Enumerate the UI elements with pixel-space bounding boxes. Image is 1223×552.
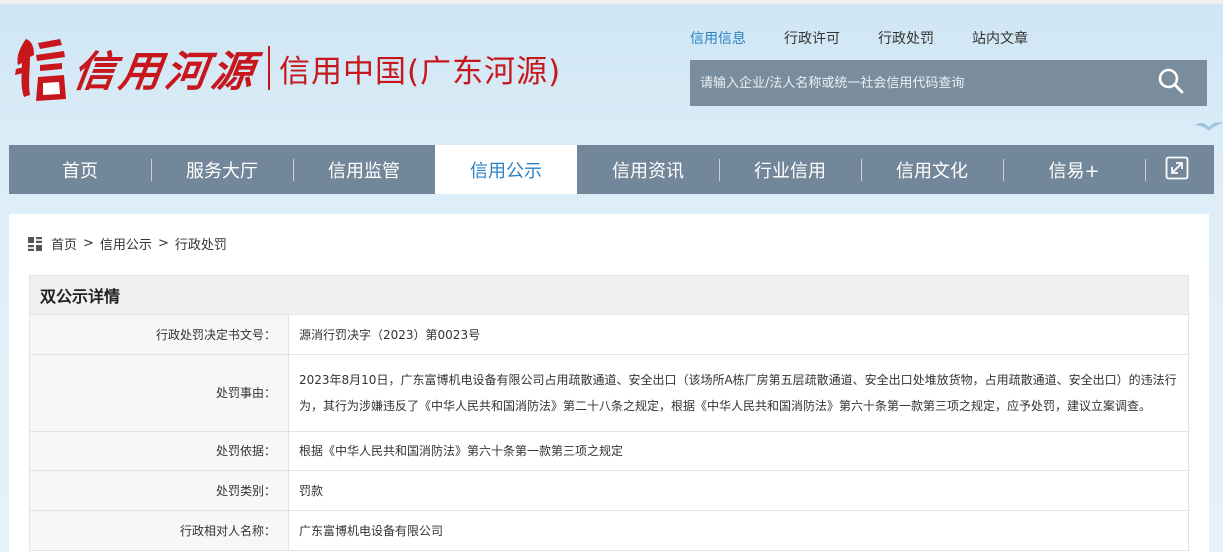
row-key: 行政相对人名称：: [29, 510, 289, 551]
details-table: 行政处罚决定书文号： 源消行罚决字（2023）第0023号 处罚事由： 2023…: [29, 314, 1189, 551]
row-value: 源消行罚决字（2023）第0023号: [288, 314, 1189, 355]
breadcrumb-admin-penalty[interactable]: 行政处罚: [175, 234, 227, 253]
top-line: [0, 0, 1223, 4]
row-key: 处罚事由：: [29, 354, 289, 432]
bird-decoration-icon: [1195, 118, 1223, 137]
breadcrumb-separator: >: [157, 236, 169, 251]
logo-site-name: 信用中国(广东河源): [279, 53, 562, 90]
row-key: 行政处罚决定书文号：: [29, 314, 289, 355]
nav-credit-publicity[interactable]: 信用公示: [435, 145, 577, 194]
table-row: 处罚类别： 罚款: [29, 470, 1189, 511]
table-row: 行政处罚决定书文号： 源消行罚决字（2023）第0023号: [29, 314, 1189, 355]
nav-expand-button[interactable]: [1145, 145, 1209, 194]
grid-icon: [28, 236, 42, 251]
breadcrumb-separator: >: [83, 236, 94, 251]
logo-divider: [268, 46, 271, 90]
toplink-site-articles[interactable]: 站内文章: [972, 28, 1028, 52]
table-row: 处罚事由： 2023年8月10日，广东富博机电设备有限公司占用疏散通道、安全出口…: [29, 354, 1189, 432]
nav-credit-supervision[interactable]: 信用监管: [293, 145, 435, 194]
main-nav: 首页 服务大厅 信用监管 信用公示 信用资讯 行业信用 信用文化 信易+: [9, 145, 1214, 194]
nav-credit-culture[interactable]: 信用文化: [861, 145, 1003, 194]
row-value: 罚款: [288, 470, 1189, 511]
nav-home[interactable]: 首页: [9, 145, 151, 194]
table-row: 行政相对人名称： 广东富博机电设备有限公司: [29, 510, 1189, 551]
search-input[interactable]: [690, 60, 1135, 106]
search-button[interactable]: [1135, 60, 1207, 106]
search-bar: [690, 60, 1207, 106]
expand-icon: [1165, 156, 1189, 184]
breadcrumb: 首页 > 信用公示 > 行政处罚: [28, 234, 227, 253]
toplink-credit-info[interactable]: 信用信息: [690, 28, 746, 52]
breadcrumb-home[interactable]: 首页: [51, 234, 77, 253]
nav-service-hall[interactable]: 服务大厅: [151, 145, 293, 194]
section-title: 双公示详情: [29, 275, 1189, 314]
nav-industry-credit[interactable]: 行业信用: [719, 145, 861, 194]
search-icon: [1157, 67, 1185, 99]
breadcrumb-credit-publicity[interactable]: 信用公示: [100, 234, 152, 253]
logo-script-text: 信用河源: [70, 46, 262, 96]
row-value: 根据《中华人民共和国消防法》第六十条第一款第三项之规定: [288, 431, 1189, 471]
top-links: 信用信息 行政许可 行政处罚 站内文章: [690, 28, 1066, 52]
toplink-admin-license[interactable]: 行政许可: [784, 28, 840, 52]
nav-xinyi-plus[interactable]: 信易+: [1003, 145, 1145, 194]
credit-seal-icon: [12, 33, 70, 103]
row-value: 广东富博机电设备有限公司: [288, 510, 1189, 551]
row-value: 2023年8月10日，广东富博机电设备有限公司占用疏散通道、安全出口（该场所A栋…: [288, 354, 1189, 432]
toplink-admin-penalty[interactable]: 行政处罚: [878, 28, 934, 52]
site-logo[interactable]: 信用河源 信用中国(广东河源): [12, 32, 561, 104]
row-key: 处罚依据：: [29, 431, 289, 471]
content-panel: 首页 > 信用公示 > 行政处罚 双公示详情 行政处罚决定书文号： 源消行罚决字…: [9, 214, 1209, 552]
table-row: 处罚依据： 根据《中华人民共和国消防法》第六十条第一款第三项之规定: [29, 431, 1189, 471]
nav-credit-news[interactable]: 信用资讯: [577, 145, 719, 194]
row-key: 处罚类别：: [29, 470, 289, 511]
